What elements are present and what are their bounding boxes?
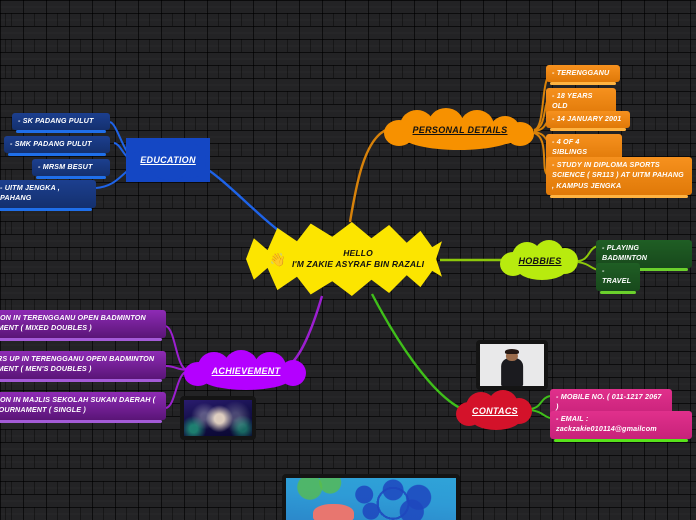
branch-label-personal-details: PERSONAL DETAILS [412, 125, 508, 135]
leaf-achievement-2[interactable]: - CHAMPION IN MAJLIS SEKOLAH SUKAN DAERA… [0, 392, 166, 423]
branch-label-contacs: CONTACS [472, 406, 518, 416]
branch-node-achievement[interactable]: ACHIEVEMENT [184, 350, 308, 392]
branch-node-hobbies[interactable]: HOBBIES [500, 240, 580, 282]
leaf-text: - TRAVEL [602, 266, 632, 286]
leaf-personal-4[interactable]: - STUDY IN DIPLOMA SPORTS SCIENCE ( SR11… [546, 157, 692, 199]
branch-label-hobbies: HOBBIES [518, 256, 562, 266]
branch-node-personal-details[interactable]: PERSONAL DETAILS [384, 108, 536, 152]
leaf-education-0[interactable]: - SK PADANG PULUT [12, 113, 110, 134]
leaf-achievement-0[interactable]: - CHAMPION IN TERENGGANU OPEN BADMINTON … [0, 310, 166, 341]
leaf-text: - SK PADANG PULUT [18, 116, 94, 125]
branch-label-education: EDUCATION [140, 155, 196, 165]
leaf-text: - RUNNERS UP IN TERENGGANU OPEN BADMINTO… [0, 354, 155, 374]
leaf-hobbies-1[interactable]: - TRAVEL [596, 263, 640, 294]
leaf-education-1[interactable]: - SMK PADANG PULUT [4, 136, 110, 157]
leaf-text: - 14 JANUARY 2001 [552, 114, 622, 123]
leaf-text: - 4 OF 4 SIBLINGS [552, 137, 588, 157]
portrait-body [501, 358, 523, 386]
central-node[interactable]: 👋 HELLO I'M ZAKIE ASYRAF BIN RAZALI [246, 222, 442, 296]
mindmap-canvas: 👋 HELLO I'M ZAKIE ASYRAF BIN RAZALI EDUC… [0, 0, 696, 520]
branch-node-education[interactable]: EDUCATION [126, 138, 210, 182]
leaf-personal-0[interactable]: - TERENGGANU [546, 65, 620, 86]
leaf-text: - CHAMPION IN TERENGGANU OPEN BADMINTON … [0, 313, 146, 333]
leaf-personal-2[interactable]: - 14 JANUARY 2001 [546, 111, 630, 132]
leaf-text: - MRSM BESUT [38, 162, 93, 171]
central-name: I'M ZAKIE ASYRAF BIN RAZALI [291, 259, 425, 269]
branch-node-contacs[interactable]: CONTACS [456, 390, 534, 432]
waving-hand-icon: 👋 [269, 251, 286, 267]
central-greeting: HELLO [343, 247, 373, 258]
leaf-text: - TERENGGANU [552, 68, 610, 77]
leaf-text: - UITM JENGKA , PAHANG [0, 183, 60, 203]
photo-cartoon[interactable] [282, 474, 460, 520]
cartoon-starfish [313, 503, 354, 520]
leaf-education-3[interactable]: - UITM JENGKA , PAHANG [0, 180, 96, 211]
leaf-education-2[interactable]: - MRSM BESUT [32, 159, 110, 180]
leaf-text: - CHAMPION IN MAJLIS SEKOLAH SUKAN DAERA… [0, 395, 156, 415]
leaf-text: - 18 YEARS OLD [552, 91, 593, 111]
branch-label-achievement: ACHIEVEMENT [211, 366, 281, 376]
leaf-text: - STUDY IN DIPLOMA SPORTS SCIENCE ( SR11… [552, 160, 684, 190]
leaf-contacs-1[interactable]: - EMAIL : zackzakie010114@gmailcom [550, 411, 692, 442]
leaf-text: - SMK PADANG PULUT [10, 139, 92, 148]
leaf-text: - PLAYING BADMINTON [602, 243, 648, 263]
photo-portrait[interactable] [476, 340, 548, 390]
photo-concert[interactable] [180, 396, 256, 440]
leaf-text: - EMAIL : zackzakie010114@gmailcom [556, 414, 657, 434]
leaf-text: - MOBILE NO. ( 011-1217 2067 ) [556, 392, 662, 412]
portrait-hair [504, 349, 520, 355]
leaf-achievement-1[interactable]: - RUNNERS UP IN TERENGGANU OPEN BADMINTO… [0, 351, 166, 382]
